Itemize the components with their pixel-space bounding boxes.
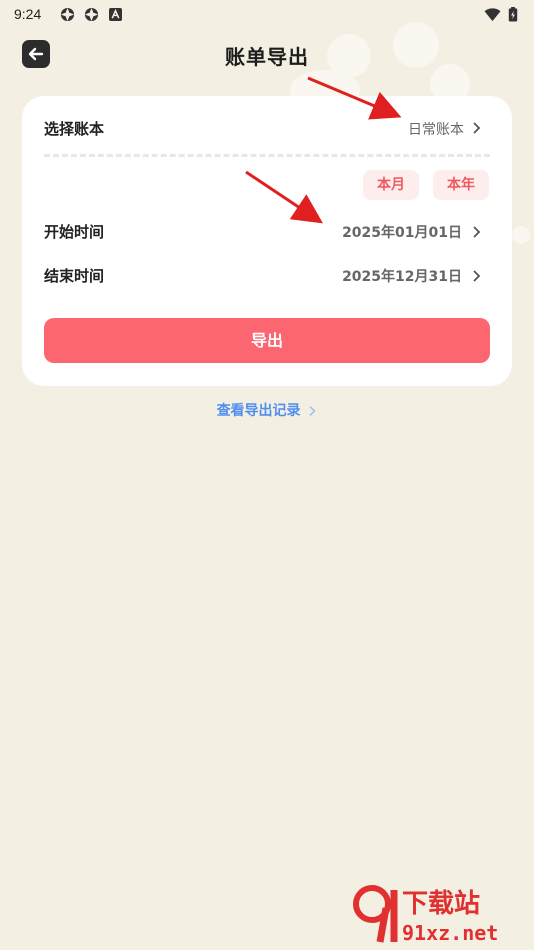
chevron-right-icon	[473, 270, 481, 282]
decorative-bubble	[512, 226, 530, 244]
chevron-right-icon	[473, 226, 481, 238]
account-value: 日常账本	[408, 122, 464, 138]
view-export-records-link[interactable]: 查看导出记录	[0, 400, 534, 420]
status-bar: 9:24	[0, 0, 534, 28]
font-app-icon	[109, 8, 122, 21]
app-notification-icon	[84, 7, 99, 22]
divider	[44, 154, 490, 157]
watermark-domain-text: 91xz.net	[402, 921, 498, 945]
page-title: 账单导出	[225, 45, 309, 69]
app-notification-icon	[60, 7, 75, 22]
account-label: 选择账本	[44, 120, 105, 138]
end-time-value: 2025年12月31日	[342, 269, 462, 285]
this-year-chip[interactable]: 本年	[433, 170, 489, 200]
records-link-label: 查看导出记录	[216, 403, 301, 419]
end-time-row[interactable]: 结束时间 2025年12月31日	[22, 256, 512, 292]
status-time: 9:24	[14, 6, 42, 22]
header: 账单导出	[0, 32, 534, 76]
start-time-label: 开始时间	[44, 223, 105, 241]
chevron-right-icon	[473, 122, 481, 134]
start-time-row[interactable]: 开始时间 2025年01月01日	[22, 212, 512, 248]
battery-icon	[508, 7, 518, 22]
chevron-right-icon	[309, 405, 316, 417]
start-time-value: 2025年01月01日	[342, 225, 462, 241]
watermark-logo-graphic: 下载站 91xz.net	[353, 885, 498, 945]
watermark-logo: 下载站 91xz.net	[350, 880, 530, 946]
export-button[interactable]: 导出	[44, 318, 490, 363]
wifi-icon	[484, 8, 501, 22]
account-row[interactable]: 选择账本 日常账本	[22, 96, 512, 154]
end-time-label: 结束时间	[44, 267, 105, 285]
export-settings-card: 选择账本 日常账本 本月 本年 开始时间 2025年01月01日 结束时间 20…	[22, 96, 512, 386]
watermark-brand-text: 下载站	[402, 889, 480, 919]
this-month-chip[interactable]: 本月	[363, 170, 419, 200]
